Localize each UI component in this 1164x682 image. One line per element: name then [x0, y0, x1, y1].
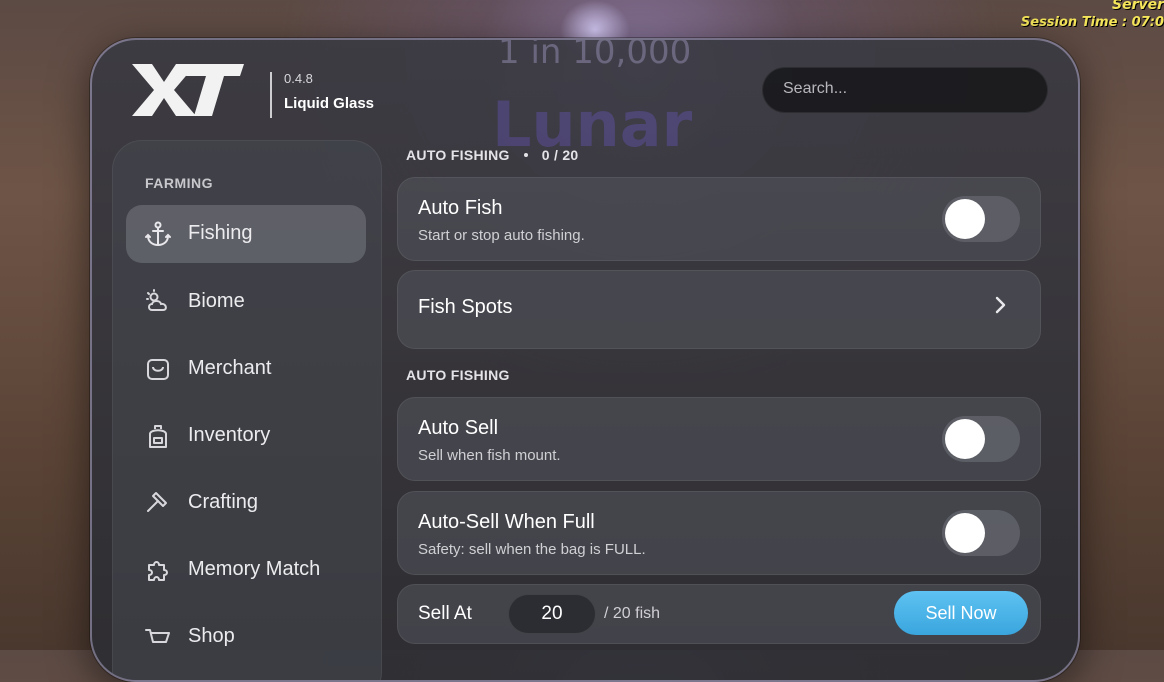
sidebar-item-label: Merchant	[188, 357, 272, 379]
fish-spots-card[interactable]: Fish Spots	[397, 270, 1041, 349]
sidebar-item-fishing[interactable]: Fishing	[126, 205, 366, 263]
game-hud: Server Session Time : 07:0	[1021, 0, 1164, 32]
background-rarity-text: 1 in 10,000	[498, 38, 692, 72]
sidebar-item-label: Inventory	[188, 424, 271, 446]
sell-at-label: Sell At	[418, 603, 472, 624]
anchor-icon	[145, 221, 171, 247]
sidebar-item-biome[interactable]: Biome	[126, 273, 366, 331]
main-panel: 1 in 10,000 Lunar 0.4.8 Liquid Glass FAR…	[90, 38, 1080, 682]
auto-sell-desc: Sell when fish mount.	[418, 447, 561, 464]
auto-fish-title: Auto Fish	[418, 197, 503, 219]
sidebar-item-shop[interactable]: Shop	[126, 608, 366, 666]
search-input[interactable]	[781, 79, 1035, 99]
toggle-knob	[945, 419, 985, 459]
auto-sell-full-desc: Safety: sell when the bag is FULL.	[418, 541, 646, 558]
chevron-right-icon	[995, 296, 1006, 314]
sidebar-item-label: Biome	[188, 290, 245, 312]
xt-logo-icon	[132, 64, 244, 116]
fish-spots-title: Fish Spots	[418, 296, 513, 318]
auto-sell-title: Auto Sell	[418, 417, 499, 439]
sidebar-section-heading: FARMING	[145, 175, 214, 191]
sidebar-item-merchant[interactable]: Merchant	[126, 340, 366, 398]
puzzle-icon	[148, 561, 168, 581]
bag-icon	[147, 359, 169, 380]
section-header-auto-fishing: AUTO FISHING 0 / 20	[406, 147, 579, 163]
search-box[interactable]	[762, 67, 1048, 113]
sidebar-item-label: Crafting	[188, 491, 259, 513]
header-divider	[270, 72, 272, 118]
sell-at-input[interactable]: 20	[508, 594, 596, 634]
auto-fish-desc: Start or stop auto fishing.	[418, 227, 585, 244]
section-separator-dot	[523, 153, 528, 157]
section-header-auto-fishing-2: AUTO FISHING	[406, 367, 510, 383]
sidebar-item-crafting[interactable]: Crafting	[126, 474, 366, 532]
hud-session-time: Session Time : 07:0	[1020, 15, 1164, 30]
auto-sell-card: Auto Sell Sell when fish mount.	[397, 397, 1041, 481]
section-count: 0 / 20	[541, 147, 579, 163]
version-label: 0.4.8	[284, 71, 313, 86]
theme-name: Liquid Glass	[284, 95, 375, 112]
section-title: AUTO FISHING	[406, 147, 510, 163]
auto-sell-toggle[interactable]	[942, 416, 1020, 462]
weather-icon	[146, 289, 167, 311]
auto-sell-full-toggle[interactable]	[942, 510, 1020, 556]
hammer-icon	[147, 492, 167, 512]
sidebar-item-label: Shop	[188, 625, 235, 647]
auto-fish-toggle[interactable]	[942, 196, 1020, 242]
sell-now-button[interactable]: Sell Now	[894, 591, 1028, 635]
sidebar-item-inventory[interactable]: Inventory	[126, 407, 366, 465]
sell-at-suffix: / 20 fish	[604, 605, 661, 622]
cart-icon	[145, 629, 170, 643]
sidebar: FARMING Fishing Biome Merchant Inventory…	[112, 140, 382, 680]
backpack-icon	[149, 425, 167, 448]
sidebar-item-memory-match[interactable]: Memory Match	[126, 541, 366, 599]
auto-sell-when-full-card: Auto-Sell When Full Safety: sell when th…	[397, 491, 1041, 575]
toggle-knob	[945, 513, 985, 553]
auto-fish-card: Auto Fish Start or stop auto fishing.	[397, 177, 1041, 261]
toggle-knob	[945, 199, 985, 239]
sidebar-item-label: Memory Match	[188, 558, 321, 580]
sell-at-card: Sell At 20 / 20 fish Sell Now	[397, 584, 1041, 644]
auto-sell-full-title: Auto-Sell When Full	[418, 511, 595, 533]
sidebar-item-label: Fishing	[188, 222, 253, 244]
hud-server-label: Server	[1111, 0, 1164, 13]
